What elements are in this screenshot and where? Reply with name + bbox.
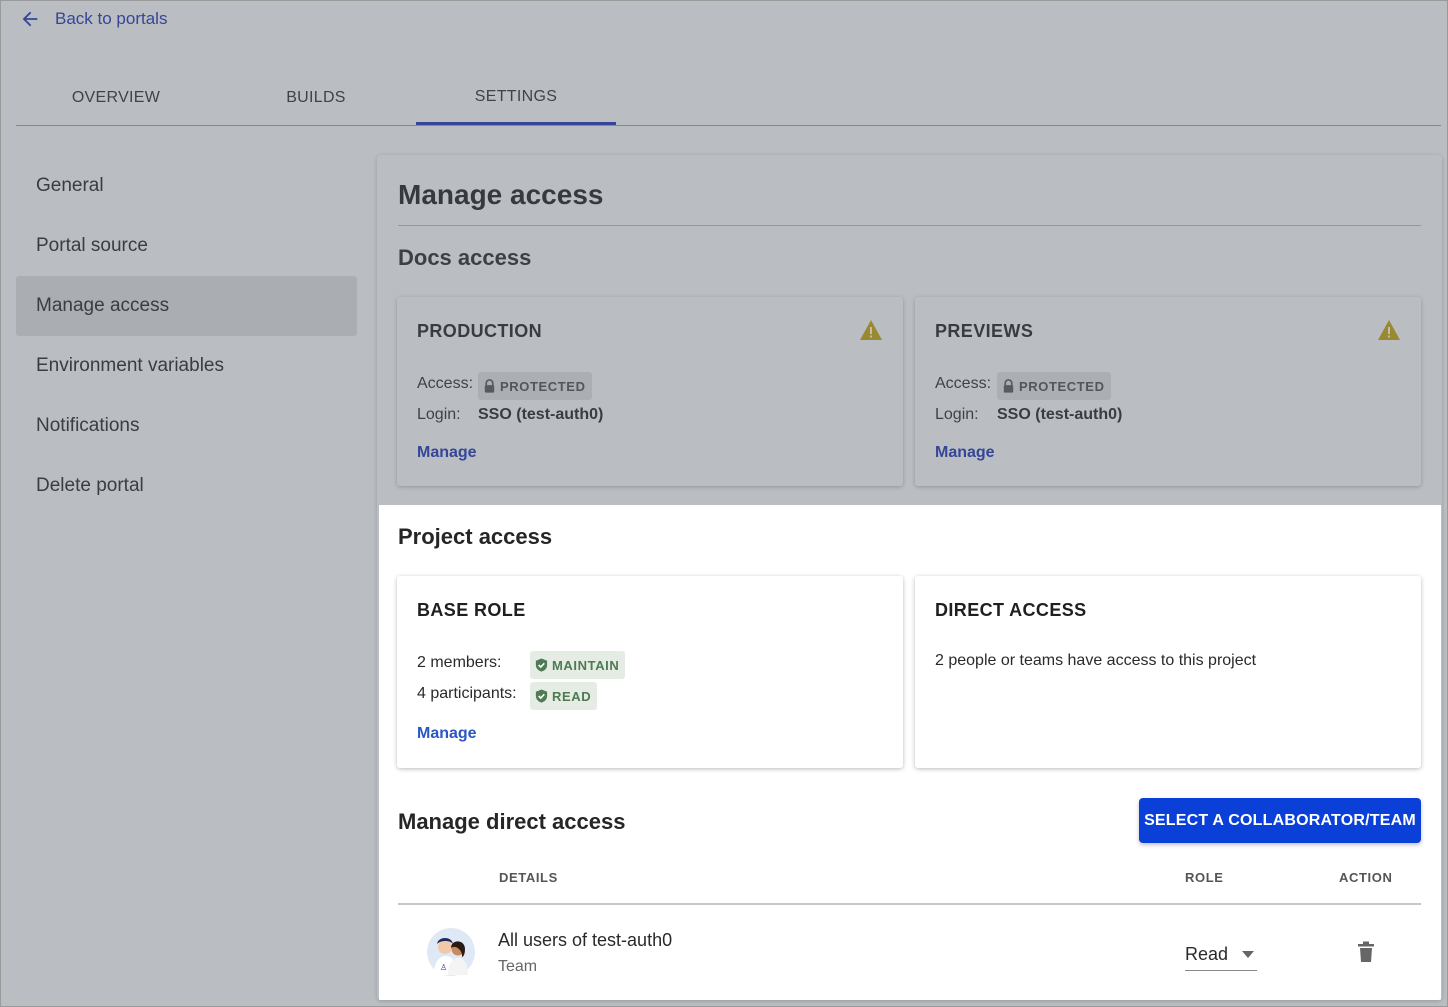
dim-overlay: [1441, 505, 1447, 1006]
row-type: Team: [498, 958, 538, 975]
select-collaborator-button[interactable]: SELECT A COLLABORATOR/TEAM: [1139, 798, 1421, 843]
sidebar-item-label: Delete portal: [36, 475, 144, 496]
direct-access-summary: 2 people or teams have access to this pr…: [935, 652, 1257, 669]
row-name: All users of test-auth0: [498, 930, 673, 950]
card-title: BASE ROLE: [417, 600, 526, 620]
svg-text:♙: ♙: [440, 963, 447, 972]
shield-check-icon: [535, 689, 548, 703]
badge-label: READ: [552, 688, 592, 704]
sidebar-item-label: Portal source: [36, 235, 148, 256]
access-label: Access:: [417, 375, 474, 392]
sidebar-item-general[interactable]: General: [16, 156, 357, 216]
role-badge: MAINTAIN: [530, 651, 626, 679]
lock-icon: [1003, 379, 1014, 393]
manage-production-link[interactable]: Manage: [417, 444, 477, 462]
access-label: Access:: [935, 375, 992, 392]
column-header-action: ACTION: [1339, 870, 1393, 885]
project-access-heading: Project access: [398, 524, 553, 549]
status-badge: PROTECTED: [997, 372, 1111, 400]
team-avatar: ♙: [427, 928, 475, 976]
shield-check-icon: [535, 658, 548, 672]
lock-icon: [484, 379, 495, 393]
dim-overlay: [379, 1000, 1441, 1006]
tab-label: BUILDS: [286, 89, 346, 106]
caret-down-icon: [1242, 950, 1255, 958]
tab-settings[interactable]: SETTINGS: [416, 71, 616, 125]
dim-overlay: [1, 505, 379, 1006]
sidebar-item-environment-variables[interactable]: Environment variables: [16, 336, 357, 396]
participants-label: 4 participants:: [417, 685, 517, 702]
divider: [398, 225, 1421, 226]
previews-card: PREVIEWS Access: PROTECTED Login: SSO (t…: [915, 297, 1421, 486]
members-label: 2 members:: [417, 654, 502, 671]
back-to-portals-link[interactable]: Back to portals: [19, 8, 167, 30]
login-value: SSO (test-auth0): [997, 406, 1123, 423]
arrow-left-icon: [22, 11, 38, 27]
sidebar-item-notifications[interactable]: Notifications: [16, 396, 357, 456]
tab-label: OVERVIEW: [71, 89, 161, 106]
tab-bar: OVERVIEW BUILDS SETTINGS: [16, 71, 1441, 126]
badge-label: PROTECTED: [1019, 378, 1105, 394]
sidebar-item-label: General: [36, 175, 104, 196]
trash-icon[interactable]: [1357, 941, 1375, 963]
card-title: PREVIEWS: [935, 321, 1034, 341]
column-header-details: DETAILS: [499, 870, 558, 885]
tab-overview[interactable]: OVERVIEW: [16, 71, 216, 125]
sidebar-item-label: Environment variables: [36, 355, 224, 376]
tab-label: SETTINGS: [474, 87, 558, 105]
docs-access-heading: Docs access: [398, 245, 532, 270]
badge-label: MAINTAIN: [552, 657, 620, 673]
table-divider: [398, 903, 1421, 905]
login-label: Login:: [935, 406, 979, 423]
sidebar-item-manage-access[interactable]: Manage access: [16, 276, 357, 336]
manage-direct-access-heading: Manage direct access: [398, 809, 626, 834]
card-title: DIRECT ACCESS: [935, 600, 1087, 620]
manage-base-role-link[interactable]: Manage: [417, 725, 477, 743]
app-window: Back to portals OVERVIEW BUILDS SETTINGS…: [0, 0, 1448, 1007]
login-value: SSO (test-auth0): [478, 406, 604, 423]
sidebar-item-label: Notifications: [36, 415, 140, 436]
tab-builds[interactable]: BUILDS: [216, 71, 416, 125]
role-select-value: Read: [1185, 944, 1229, 964]
login-label: Login:: [417, 406, 461, 423]
role-select[interactable]: Read: [1185, 939, 1257, 971]
back-link-label: Back to portals: [55, 9, 168, 28]
status-badge: PROTECTED: [478, 372, 592, 400]
sidebar-item-label: Manage access: [36, 295, 170, 316]
badge-label: PROTECTED: [500, 378, 586, 394]
sidebar-item-portal-source[interactable]: Portal source: [16, 216, 357, 276]
role-badge: READ: [530, 682, 598, 710]
base-role-card: BASE ROLE 2 members: MAINTAIN 4 particip…: [397, 576, 903, 768]
direct-access-card: DIRECT ACCESS 2 people or teams have acc…: [915, 576, 1421, 768]
manage-previews-link[interactable]: Manage: [935, 444, 995, 462]
warning-icon: [1378, 320, 1400, 340]
page-title: Manage access: [398, 179, 604, 210]
column-header-role: ROLE: [1185, 870, 1224, 885]
card-title: PRODUCTION: [417, 321, 542, 341]
warning-icon: [860, 320, 882, 340]
production-card: PRODUCTION Access: PROTECTED Login: SSO …: [397, 297, 903, 486]
sidebar-item-delete-portal[interactable]: Delete portal: [16, 456, 357, 516]
